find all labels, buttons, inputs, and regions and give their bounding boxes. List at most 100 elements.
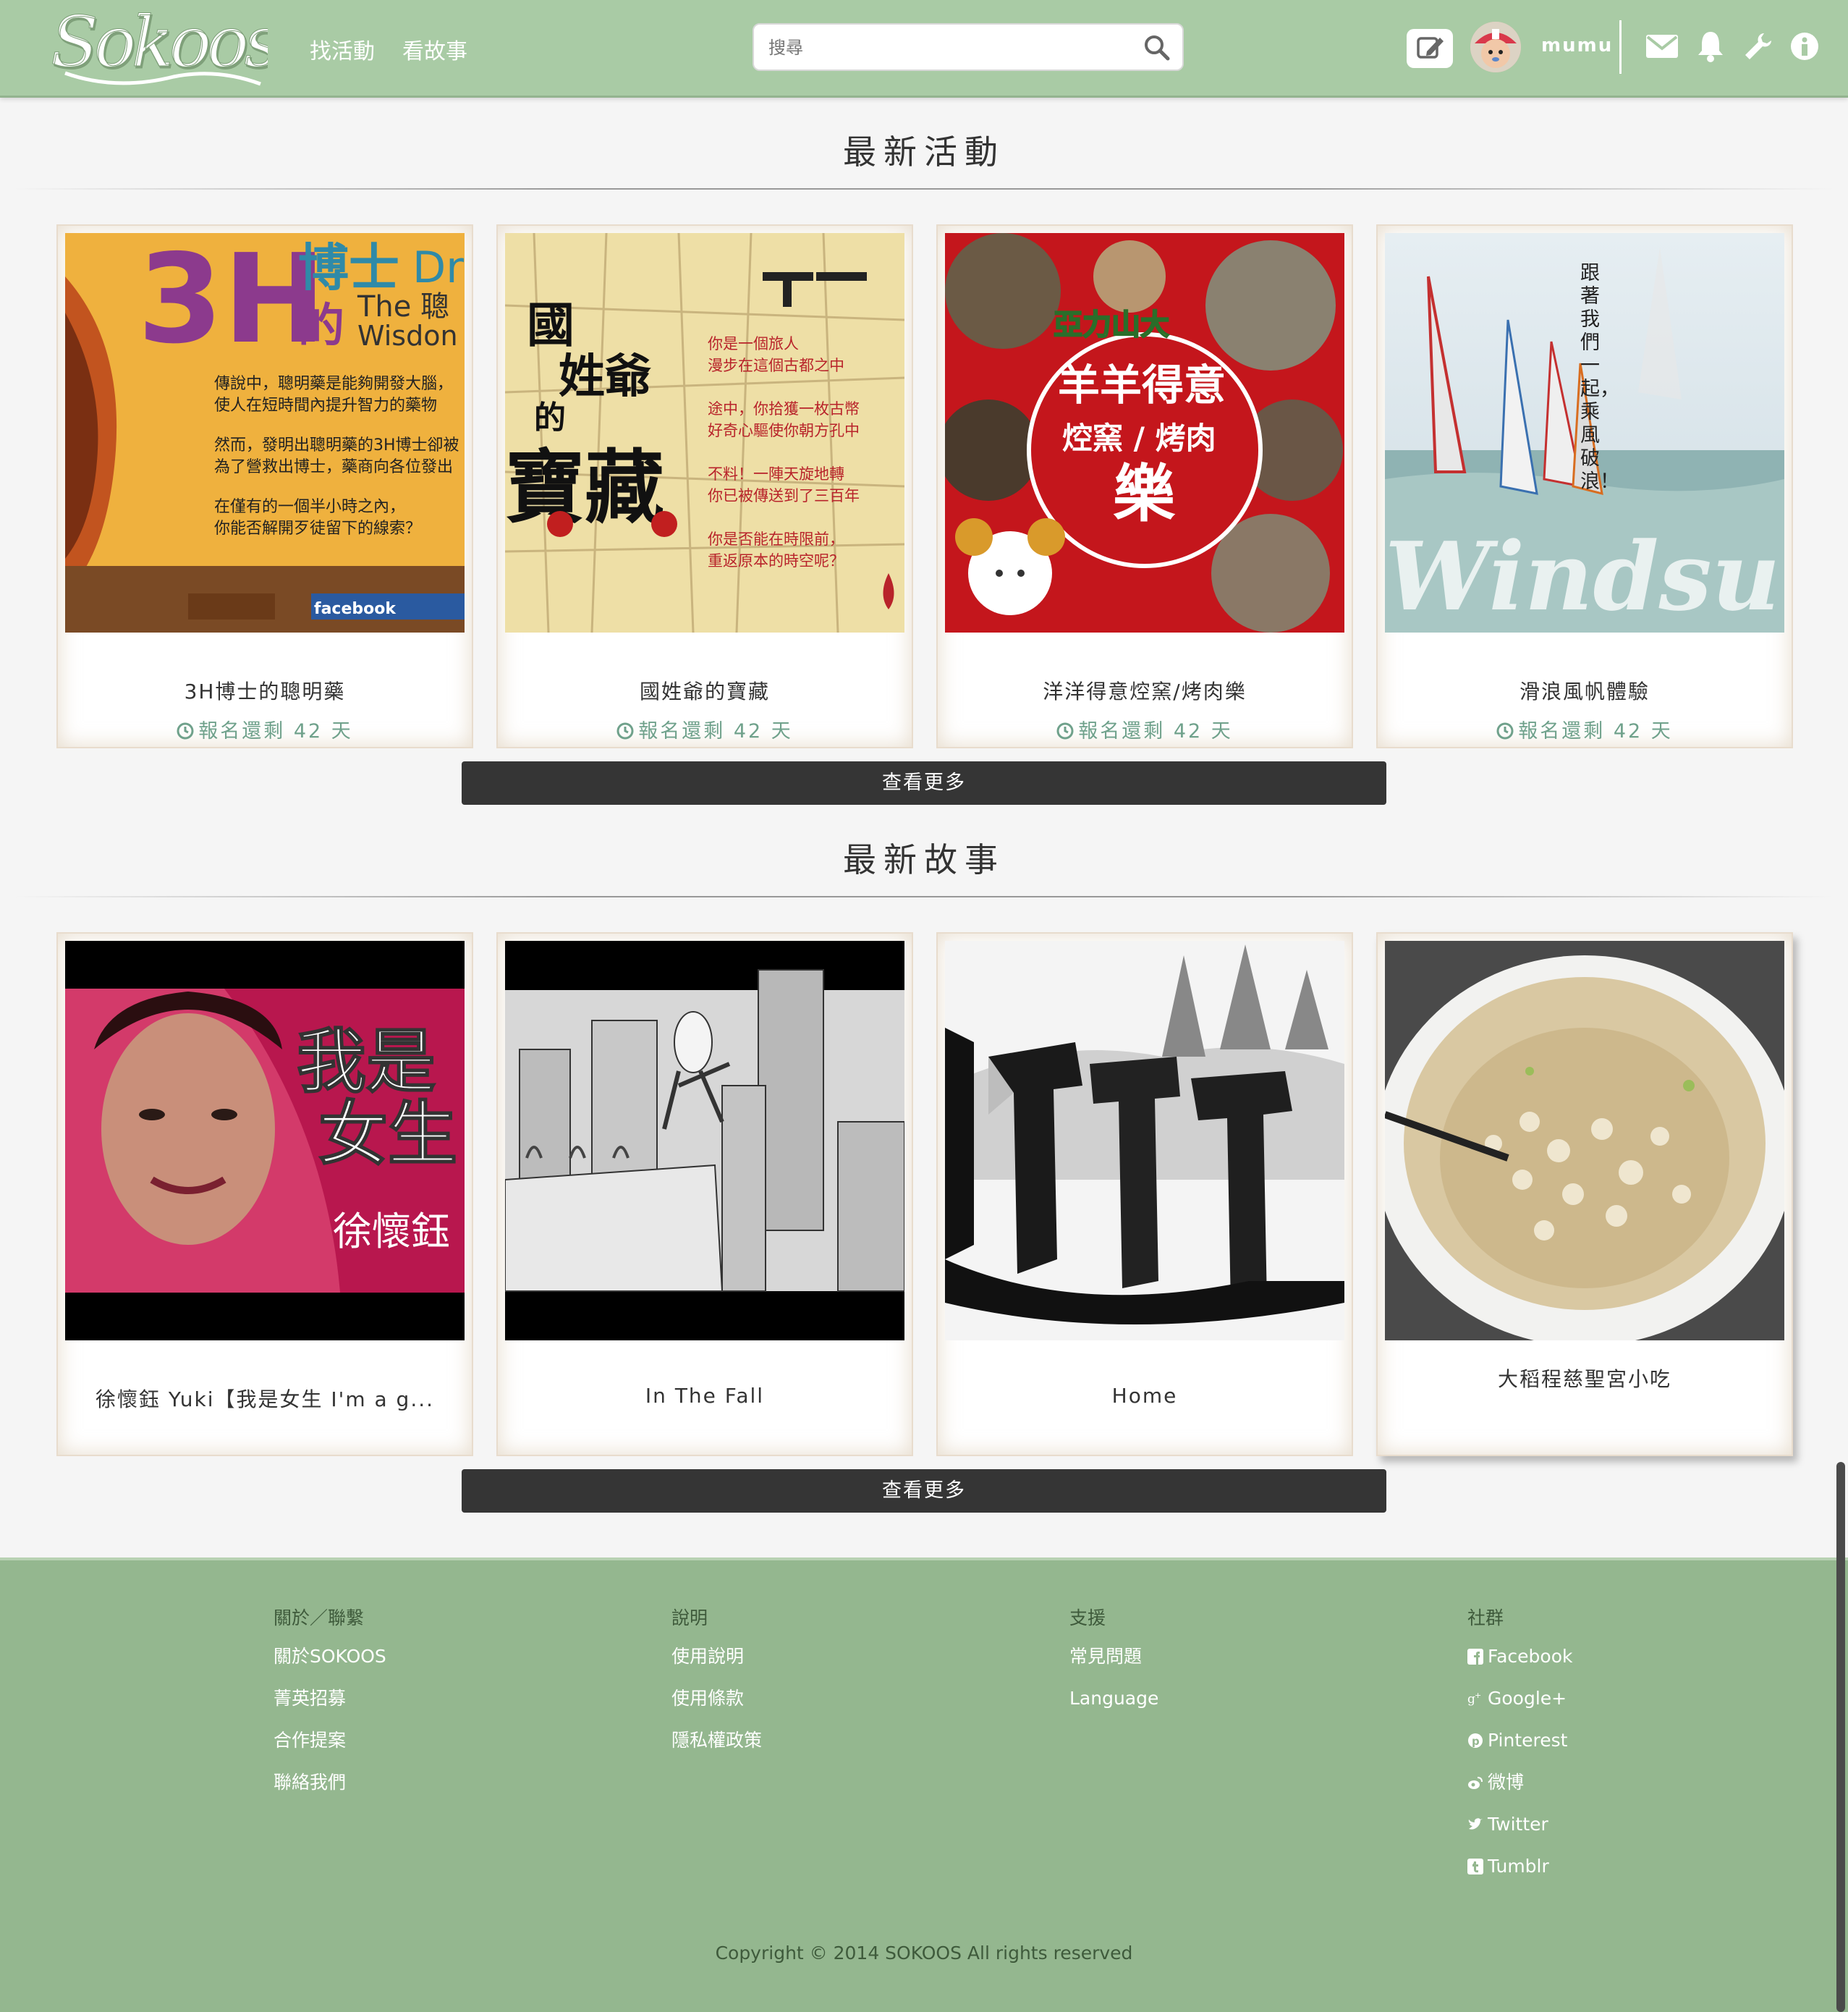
envelope-icon[interactable] bbox=[1645, 33, 1679, 59]
footer-link-weibo[interactable]: 微博 bbox=[1467, 1772, 1572, 1814]
search-box[interactable] bbox=[753, 23, 1184, 71]
footer-heading: 關於／聯繫 bbox=[274, 1607, 365, 1628]
svg-text:的: 的 bbox=[534, 400, 566, 436]
deadline-text: 報名還剩 42 天 bbox=[198, 720, 353, 743]
latest-stories-title: 最新故事 bbox=[843, 840, 1005, 879]
footer-link-twitter[interactable]: Twitter bbox=[1467, 1814, 1572, 1856]
deadline-text: 報名還剩 42 天 bbox=[638, 720, 793, 743]
svg-text:在僅有的一個半小時之內，: 在僅有的一個半小時之內， bbox=[214, 498, 405, 516]
svg-text:焢窯 / 烤肉: 焢窯 / 烤肉 bbox=[1062, 420, 1216, 456]
story-thumbnail-home bbox=[945, 941, 1344, 1340]
event-title[interactable]: 國姓爺的寶藏 bbox=[498, 676, 912, 705]
latest-events-title: 最新活動 bbox=[843, 132, 1005, 172]
footer-link-facebook[interactable]: Facebook bbox=[1467, 1646, 1572, 1688]
nav-find-events[interactable]: 找活動 bbox=[310, 33, 375, 65]
footer: 關於／聯繫 關於SOKOOS 菁英招募 合作提案 聯絡我們 說明 使用說明 使用… bbox=[0, 1557, 1848, 2012]
svg-text:facebook: facebook bbox=[314, 600, 397, 618]
logo-text: Sokoos bbox=[51, 4, 268, 83]
svg-text:然而，發明出聰明藥的3H博士卻被: 然而，發明出聰明藥的3H博士卻被 bbox=[214, 436, 459, 455]
event-card[interactable]: Windsurfi 跟著我們一起，乘風破浪！ 滑浪風帆體驗 報名還剩 42 天 bbox=[1376, 224, 1793, 748]
twitter-icon bbox=[1468, 1818, 1483, 1830]
compose-button[interactable] bbox=[1407, 29, 1453, 68]
footer-link-guide[interactable]: 使用說明 bbox=[671, 1646, 762, 1688]
svg-text:The 聰: The 聰 bbox=[357, 290, 449, 324]
deadline-text: 報名還剩 42 天 bbox=[1078, 720, 1233, 743]
svg-text:樂: 樂 bbox=[1113, 458, 1176, 531]
svg-text:女生: 女生 bbox=[318, 1094, 457, 1175]
story-title[interactable]: Home bbox=[938, 1384, 1352, 1408]
svg-text:途中，你拾獲一枚古幣: 途中，你拾獲一枚古幣 bbox=[708, 400, 860, 418]
story-thumbnail-in-the-fall bbox=[505, 941, 904, 1340]
story-card[interactable]: In The Fall bbox=[496, 932, 913, 1456]
events-more-button[interactable]: 查看更多 bbox=[462, 761, 1386, 805]
svg-text:我是: 我是 bbox=[297, 1021, 436, 1102]
footer-link-googleplus[interactable]: g + Google+ bbox=[1467, 1688, 1572, 1730]
story-title[interactable]: 大稻程慈聖宮小吃 bbox=[1378, 1364, 1792, 1392]
top-navbar: Sokoos 找活動 看故事 mumu bbox=[0, 0, 1848, 98]
event-card[interactable]: 國 姓爺 的 寶藏 你是一個旅人 漫步在這個古都之中 途中，你拾獲一枚古幣 好奇… bbox=[496, 224, 913, 748]
story-title[interactable]: 徐懷鈺 Yuki【我是女生 I'm a g... bbox=[58, 1384, 472, 1413]
search-input[interactable] bbox=[767, 32, 1117, 64]
event-title[interactable]: 3H博士的聰明藥 bbox=[58, 676, 472, 705]
story-thumbnail-yuki: 我是 女生 徐懷鈺 bbox=[65, 941, 465, 1340]
page-scrollbar[interactable] bbox=[1836, 1462, 1845, 2012]
event-deadline: 報名還剩 42 天 bbox=[938, 715, 1352, 743]
event-deadline: 報名還剩 42 天 bbox=[58, 715, 472, 743]
svg-text:你能否解開歹徒留下的線索？: 你能否解開歹徒留下的線索？ bbox=[214, 520, 421, 538]
footer-link-language[interactable]: Language bbox=[1069, 1688, 1158, 1730]
svg-text:為了營救出博士，藥商向各位發出: 為了營救出博士，藥商向各位發出 bbox=[214, 458, 453, 476]
avatar[interactable] bbox=[1470, 22, 1521, 72]
svg-text:+: + bbox=[1475, 1691, 1481, 1700]
footer-link-contact[interactable]: 聯絡我們 bbox=[274, 1772, 386, 1814]
weibo-icon bbox=[1468, 1777, 1483, 1789]
svg-text:p: p bbox=[1472, 1735, 1480, 1748]
story-title[interactable]: In The Fall bbox=[498, 1384, 912, 1408]
story-card[interactable]: Home bbox=[936, 932, 1353, 1456]
footer-link-careers[interactable]: 菁英招募 bbox=[274, 1688, 386, 1730]
search-icon[interactable] bbox=[1143, 34, 1171, 62]
stories-divider bbox=[14, 896, 1834, 897]
footer-heading: 社群 bbox=[1467, 1607, 1504, 1628]
svg-text:Dr: Dr bbox=[412, 242, 464, 293]
events-divider bbox=[14, 188, 1834, 190]
wrench-icon[interactable] bbox=[1742, 30, 1774, 62]
story-card[interactable]: 我是 女生 徐懷鈺 徐懷鈺 Yuki【我是女生 I'm a g... bbox=[56, 932, 473, 1456]
event-card[interactable]: 3H 博士 Dr 的 The 聰 Wisdon 傳說中，聰明藥是能夠開發大腦， … bbox=[56, 224, 473, 748]
svg-text:你已被傳送到了三百年: 你已被傳送到了三百年 bbox=[708, 487, 860, 504]
event-deadline: 報名還剩 42 天 bbox=[1378, 715, 1792, 743]
compose-icon bbox=[1417, 37, 1444, 59]
nav-view-stories[interactable]: 看故事 bbox=[402, 33, 467, 65]
clock-icon bbox=[1496, 722, 1514, 740]
footer-col-about: 關於／聯繫 關於SOKOOS 菁英招募 合作提案 聯絡我們 bbox=[274, 1604, 386, 1814]
username[interactable]: mumu bbox=[1541, 35, 1613, 56]
pinterest-icon: p bbox=[1468, 1733, 1483, 1748]
svg-text:寶藏: 寶藏 bbox=[505, 441, 664, 534]
footer-link-privacy[interactable]: 隱私權政策 bbox=[671, 1730, 762, 1772]
tumblr-icon bbox=[1467, 1859, 1483, 1874]
story-thumbnail-rice-soup bbox=[1385, 941, 1784, 1340]
svg-text:重返原本的時空呢？: 重返原本的時空呢？ bbox=[708, 552, 844, 570]
header-divider bbox=[1619, 20, 1622, 74]
stories-more-button[interactable]: 查看更多 bbox=[462, 1469, 1386, 1513]
google-plus-icon: g + bbox=[1467, 1691, 1481, 1707]
svg-text:羊羊得意: 羊羊得意 bbox=[1058, 360, 1226, 410]
deadline-text: 報名還剩 42 天 bbox=[1518, 720, 1673, 743]
bell-icon[interactable] bbox=[1696, 29, 1725, 62]
footer-link-partnership[interactable]: 合作提案 bbox=[274, 1730, 386, 1772]
footer-link-tumblr[interactable]: Tumblr bbox=[1467, 1856, 1572, 1898]
event-title[interactable]: 滑浪風帆體驗 bbox=[1378, 676, 1792, 705]
footer-link-about-sokoos[interactable]: 關於SOKOOS bbox=[274, 1646, 386, 1688]
facebook-icon bbox=[1467, 1649, 1483, 1665]
svg-text:徐懷鈺: 徐懷鈺 bbox=[333, 1209, 450, 1254]
sokoos-logo[interactable]: Sokoos bbox=[51, 4, 268, 90]
footer-link-faq[interactable]: 常見問題 bbox=[1069, 1646, 1158, 1688]
event-title[interactable]: 洋洋得意焢窯/烤肉樂 bbox=[938, 676, 1352, 705]
clock-icon bbox=[177, 722, 194, 740]
event-thumbnail-3h: 3H 博士 Dr 的 The 聰 Wisdon 傳說中，聰明藥是能夠開發大腦， … bbox=[65, 233, 465, 633]
story-card[interactable]: 大稻程慈聖宮小吃 bbox=[1376, 932, 1793, 1456]
footer-link-pinterest[interactable]: p Pinterest bbox=[1467, 1730, 1572, 1772]
footer-link-terms[interactable]: 使用條款 bbox=[671, 1688, 762, 1730]
info-icon[interactable] bbox=[1790, 32, 1819, 61]
svg-text:好奇心驅使你朝方孔中: 好奇心驅使你朝方孔中 bbox=[708, 422, 860, 439]
event-card[interactable]: 亞力山大 羊羊得意 焢窯 / 烤肉 樂 洋洋得意焢窯/烤肉樂 報名還剩 42 天 bbox=[936, 224, 1353, 748]
